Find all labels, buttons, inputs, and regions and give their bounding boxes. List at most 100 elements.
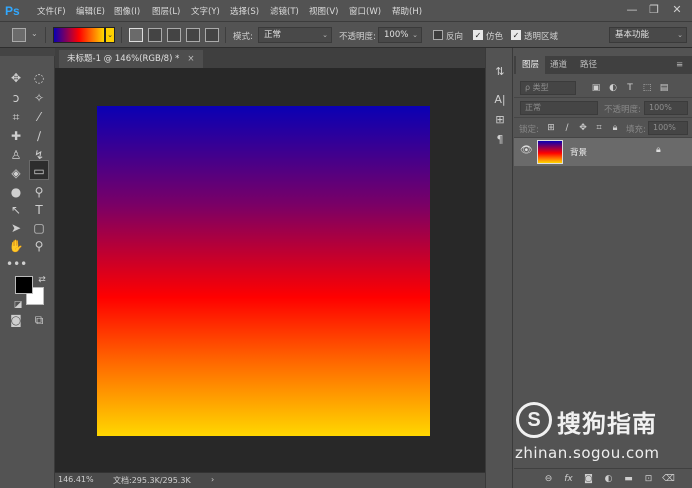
angle-gradient-button[interactable] xyxy=(167,28,181,42)
hand-tool-icon[interactable]: ✋ xyxy=(6,236,26,256)
reverse-label: 反向 xyxy=(446,32,464,42)
paragraph-panel-icon[interactable]: ¶ xyxy=(490,130,510,150)
layer-style-icon[interactable]: fx xyxy=(562,473,575,485)
dodge-tool-icon[interactable]: ⚲ xyxy=(29,182,49,202)
filter-type-icon[interactable]: T xyxy=(624,82,636,94)
foreground-color-swatch[interactable] xyxy=(15,276,33,294)
new-group-icon[interactable]: ▬ xyxy=(622,473,635,485)
menu-filter[interactable]: 滤镜(T) xyxy=(270,5,299,19)
lock-pixels-icon[interactable]: ∕ xyxy=(561,122,573,134)
restore-button[interactable]: ❐ xyxy=(645,2,663,18)
more-tools-icon[interactable]: ••• xyxy=(6,254,27,274)
close-window-button[interactable]: ✕ xyxy=(668,2,686,18)
document-tab[interactable]: 未标题-1 @ 146%(RGB/8) * × xyxy=(59,50,203,68)
minimize-button[interactable]: — xyxy=(623,2,641,18)
screen-mode-icon[interactable]: ⧉ xyxy=(29,310,49,330)
transparency-checkbox[interactable]: ✓ xyxy=(511,30,521,40)
menu-help[interactable]: 帮助(H) xyxy=(392,5,422,19)
pen-tool-icon[interactable]: ↖ xyxy=(6,200,26,220)
gradient-picker[interactable] xyxy=(53,27,105,43)
menu-window[interactable]: 窗口(W) xyxy=(349,5,381,19)
canvas-workspace[interactable] xyxy=(55,68,485,472)
filter-shape-icon[interactable]: ⬚ xyxy=(641,82,653,94)
eye-icon[interactable]: 👁︎ xyxy=(520,145,533,156)
panel-menu-icon[interactable]: ≡ xyxy=(670,56,689,74)
layer-filter-select[interactable]: ρ 类型 xyxy=(520,81,576,95)
lock-position-icon[interactable]: ✥ xyxy=(577,122,589,134)
lasso-tool-icon[interactable]: ↄ xyxy=(6,88,26,108)
quick-select-tool-icon[interactable]: ✧ xyxy=(29,88,49,108)
layers-footer: ⊖ fx ◙ ◐ ▬ ⊡ ⌫ xyxy=(514,468,692,488)
brush-tool-icon[interactable]: ∕ xyxy=(29,126,49,146)
chevron-down-icon: ⌄ xyxy=(677,31,683,39)
layer-name[interactable]: 背景 xyxy=(570,146,587,158)
sogou-logo: S xyxy=(516,402,552,438)
trash-icon[interactable]: ⌫ xyxy=(662,473,675,485)
zoom-level[interactable]: 146.41% xyxy=(58,475,94,484)
adjustment-layer-icon[interactable]: ◐ xyxy=(602,473,615,485)
workspace-select[interactable]: 基本功能 ⌄ xyxy=(609,27,687,43)
quick-mask-icon[interactable]: ◙ xyxy=(6,310,26,330)
eraser-tool-icon[interactable]: ◈ xyxy=(6,163,26,183)
divider xyxy=(45,27,46,43)
new-layer-icon[interactable]: ⊡ xyxy=(642,473,655,485)
character-panel-icon[interactable]: A| xyxy=(490,90,510,110)
lock-all-icon[interactable]: 🔒︎ xyxy=(609,122,621,134)
blend-mode-value: 正常 xyxy=(264,30,282,40)
lock-icon[interactable]: 🔒︎ xyxy=(656,145,661,155)
blur-tool-icon[interactable]: ● xyxy=(6,182,26,202)
marquee-tool-icon[interactable]: ◌ xyxy=(29,68,49,88)
fill-input[interactable]: 100% xyxy=(648,121,688,135)
layer-opacity-input[interactable]: 100% xyxy=(644,101,688,115)
healing-brush-tool-icon[interactable]: ✚ xyxy=(6,126,26,146)
dither-checkbox[interactable]: ✓ xyxy=(473,30,483,40)
reverse-checkbox[interactable] xyxy=(433,30,443,40)
menu-view[interactable]: 视图(V) xyxy=(309,5,338,19)
menu-type[interactable]: 文字(Y) xyxy=(191,5,220,19)
menu-edit[interactable]: 编辑(E) xyxy=(76,5,105,19)
move-tool-icon[interactable]: ✥ xyxy=(6,68,26,88)
clone-stamp-tool-icon[interactable]: ♙ xyxy=(6,145,26,165)
chevron-down-icon[interactable]: ⌄ xyxy=(31,29,38,38)
linear-gradient-button[interactable] xyxy=(129,28,143,42)
link-layers-icon[interactable]: ⊖ xyxy=(542,473,555,485)
shape-tool-icon[interactable]: ▢ xyxy=(29,218,49,238)
filter-smart-icon[interactable]: ▤ xyxy=(658,82,670,94)
tool-preset-picker[interactable] xyxy=(12,28,26,42)
radial-gradient-button[interactable] xyxy=(148,28,162,42)
crop-tool-icon[interactable]: ⌗ xyxy=(6,107,26,127)
menu-image[interactable]: 图像(I) xyxy=(114,5,140,19)
reflected-gradient-button[interactable] xyxy=(186,28,200,42)
menu-file[interactable]: 文件(F) xyxy=(37,5,66,19)
add-mask-icon[interactable]: ◙ xyxy=(582,473,595,485)
eyedropper-tool-icon[interactable]: ⁄ xyxy=(29,107,49,127)
panel-grip[interactable] xyxy=(0,48,55,56)
history-panel-icon[interactable]: ⇅ xyxy=(490,62,510,82)
lock-transparent-icon[interactable]: ⊞ xyxy=(545,122,557,134)
divider xyxy=(121,27,122,43)
type-tool-icon[interactable]: T xyxy=(29,200,49,220)
filter-pixel-icon[interactable]: ▣ xyxy=(590,82,602,94)
menu-select[interactable]: 选择(S) xyxy=(230,5,259,19)
blend-mode-select[interactable]: 正常 ⌄ xyxy=(258,27,332,43)
panel-tabs: 图层 通道 路径 ≡ xyxy=(514,56,692,74)
gradient-tool-icon[interactable]: ▭ xyxy=(29,160,49,180)
close-icon[interactable]: × xyxy=(187,54,194,64)
document-canvas[interactable] xyxy=(97,106,430,436)
tab-paths[interactable]: 路径 xyxy=(574,56,603,74)
opacity-input[interactable]: 100% ⌄ xyxy=(378,27,422,43)
glyphs-panel-icon[interactable]: ⊞ xyxy=(490,110,510,130)
layer-blend-select[interactable]: 正常 xyxy=(520,101,598,115)
layer-thumbnail xyxy=(537,140,563,164)
menu-layer[interactable]: 图层(L) xyxy=(152,5,180,19)
gradient-dropdown-button[interactable]: ⌄ xyxy=(105,27,115,43)
tab-layers[interactable]: 图层 xyxy=(516,56,546,74)
zoom-tool-icon[interactable]: ⚲ xyxy=(29,236,49,256)
layer-row[interactable]: 👁︎ 背景 🔒︎ xyxy=(514,138,692,166)
tab-channels[interactable]: 通道 xyxy=(544,56,573,74)
lock-artboard-icon[interactable]: ⌗ xyxy=(593,122,605,134)
path-select-tool-icon[interactable]: ➤ xyxy=(6,218,26,238)
diamond-gradient-button[interactable] xyxy=(205,28,219,42)
filter-adjust-icon[interactable]: ◐ xyxy=(607,82,619,94)
status-menu-arrow[interactable]: › xyxy=(211,475,214,484)
